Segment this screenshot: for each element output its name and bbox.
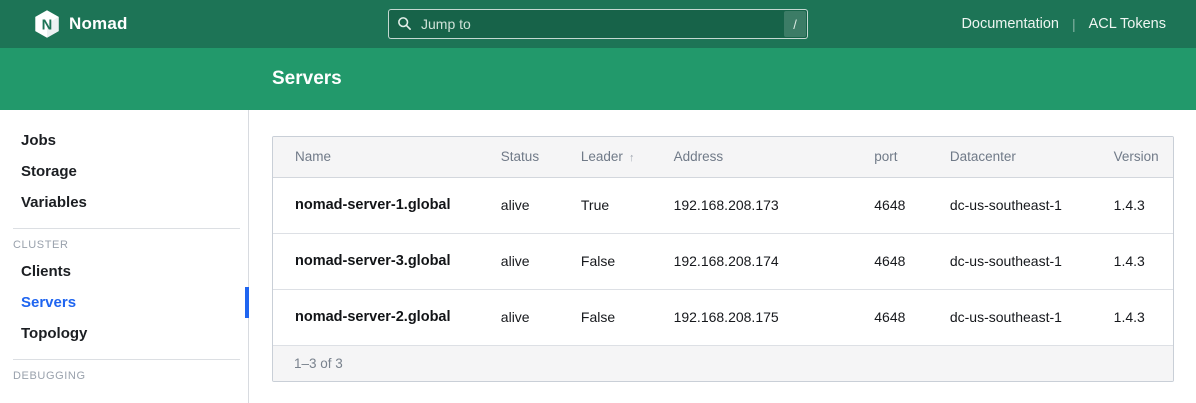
column-header-leader[interactable]: Leader↑ [571, 137, 664, 177]
sidebar-item-servers[interactable]: Servers [0, 287, 248, 318]
acl-tokens-link[interactable]: ACL Tokens [1089, 16, 1166, 32]
server-leader: False [571, 289, 664, 345]
servers-table-card: Name Status Leader↑ Address port Datacen… [272, 136, 1174, 382]
server-status: alive [491, 289, 571, 345]
topnav-links: Documentation | ACL Tokens [961, 16, 1166, 32]
server-port: 4648 [864, 289, 940, 345]
servers-table: Name Status Leader↑ Address port Datacen… [273, 137, 1173, 346]
jump-to-search: / [388, 9, 808, 39]
sort-asc-icon: ↑ [629, 152, 635, 164]
server-address: 192.168.208.175 [664, 289, 865, 345]
server-datacenter: dc-us-southeast-1 [940, 289, 1104, 345]
brand-wordmark: Nomad [69, 14, 128, 34]
slash-shortcut-badge: / [784, 11, 806, 37]
column-header-port[interactable]: port [864, 137, 940, 177]
sidebar-item-topology[interactable]: Topology [0, 318, 248, 349]
sidebar-item-clients[interactable]: Clients [0, 256, 248, 287]
sidebar-heading-cluster: CLUSTER [0, 235, 248, 256]
page-title: Servers [272, 68, 342, 90]
column-header-name[interactable]: Name [273, 137, 491, 177]
column-header-version[interactable]: Version [1104, 137, 1173, 177]
server-leader: True [571, 177, 664, 233]
server-address: 192.168.208.173 [664, 177, 865, 233]
server-version: 1.4.3 [1104, 177, 1173, 233]
link-separator: | [1072, 16, 1076, 32]
search-input[interactable] [388, 9, 808, 39]
server-row[interactable]: nomad-server-2.global alive False 192.16… [273, 289, 1173, 345]
column-header-status[interactable]: Status [491, 137, 571, 177]
server-port: 4648 [864, 233, 940, 289]
documentation-link[interactable]: Documentation [961, 16, 1059, 32]
sidebar-divider [13, 359, 240, 360]
server-name: nomad-server-3.global [273, 233, 491, 289]
server-address: 192.168.208.174 [664, 233, 865, 289]
sidebar-item-storage[interactable]: Storage [0, 156, 248, 187]
nomad-logo-icon: N [34, 10, 60, 38]
page-header: Servers [0, 48, 1196, 110]
sidebar: Jobs Storage Variables CLUSTER Clients S… [0, 110, 249, 403]
svg-text:N: N [42, 17, 53, 33]
nomad-home-link[interactable]: N Nomad [34, 10, 128, 38]
sidebar-item-jobs[interactable]: Jobs [0, 125, 248, 156]
sidebar-item-variables[interactable]: Variables [0, 187, 248, 218]
column-header-datacenter[interactable]: Datacenter [940, 137, 1104, 177]
server-datacenter: dc-us-southeast-1 [940, 177, 1104, 233]
server-datacenter: dc-us-southeast-1 [940, 233, 1104, 289]
sidebar-divider [13, 228, 240, 229]
sidebar-heading-debugging: DEBUGGING [0, 366, 248, 387]
server-name: nomad-server-1.global [273, 177, 491, 233]
server-leader: False [571, 233, 664, 289]
pagination-status: 1–3 of 3 [273, 346, 1173, 381]
server-name: nomad-server-2.global [273, 289, 491, 345]
column-header-address[interactable]: Address [664, 137, 865, 177]
server-status: alive [491, 177, 571, 233]
server-port: 4648 [864, 177, 940, 233]
server-row[interactable]: nomad-server-3.global alive False 192.16… [273, 233, 1173, 289]
server-row[interactable]: nomad-server-1.global alive True 192.168… [273, 177, 1173, 233]
server-status: alive [491, 233, 571, 289]
top-navbar: N Nomad / Documentation | ACL Tokens [0, 0, 1196, 48]
table-header-row: Name Status Leader↑ Address port Datacen… [273, 137, 1173, 177]
server-version: 1.4.3 [1104, 233, 1173, 289]
main-content: Name Status Leader↑ Address port Datacen… [249, 110, 1196, 403]
server-version: 1.4.3 [1104, 289, 1173, 345]
